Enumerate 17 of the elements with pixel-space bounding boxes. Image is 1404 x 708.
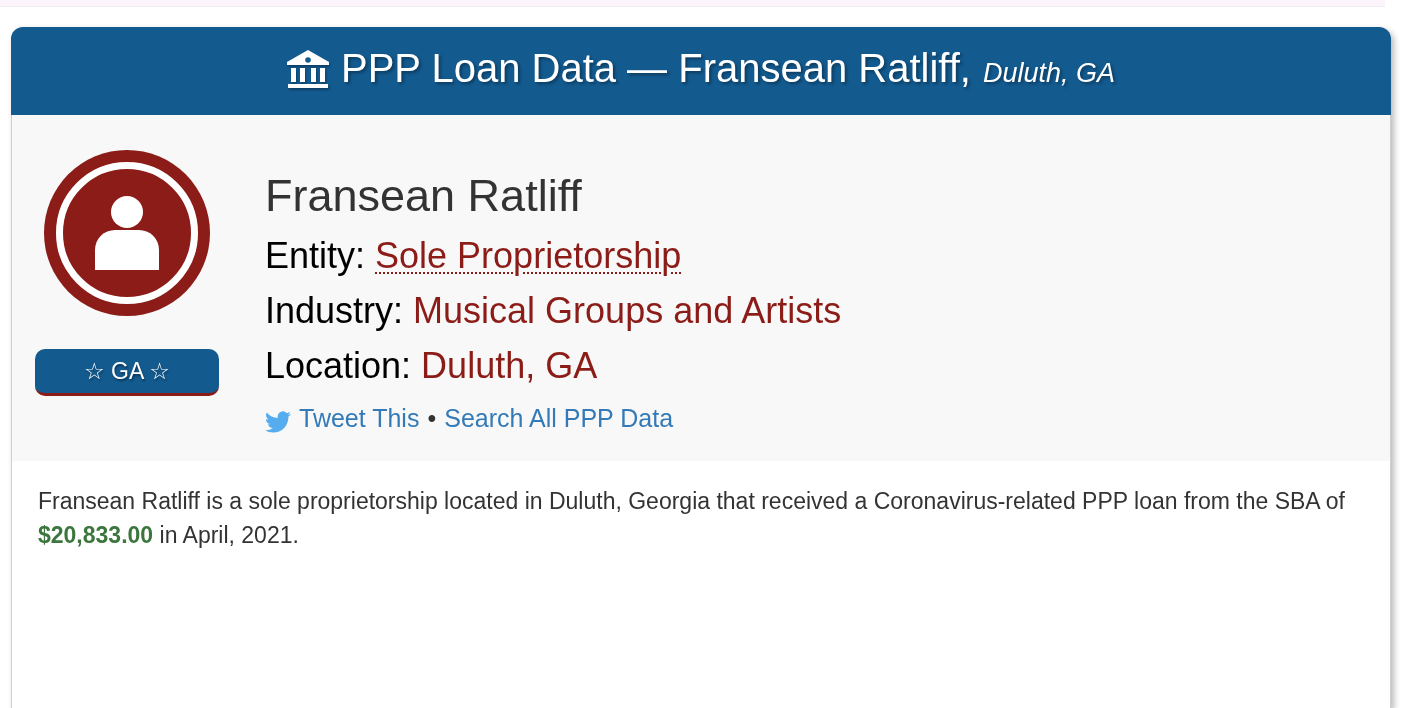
field-label: Location: [265,345,412,387]
state-button[interactable]: ☆ GA ☆ [35,349,219,396]
person-name: Fransean Ratliff [265,171,582,221]
field-label: Industry: [265,290,404,332]
field-link[interactable]: Duluth, GA [421,345,598,387]
user-avatar-icon [44,150,210,316]
field-value: Sole Proprietorship [375,235,682,277]
tweet-link[interactable]: Tweet This [265,404,420,433]
title-location: Duluth, GA [982,56,1115,90]
summary-text: Fransean Ratliff is a sole proprietorship located in Duluth, Georgia that received a Coronavirus-related PPP loan from the SBA of $20,833.00 in April, 2021. [37,487,1346,550]
field-link[interactable]: Musical Groups and Artists [413,290,842,332]
page-title: PPP Loan Data — Fransean Ratliff, [340,44,971,91]
bird-icon [265,411,291,433]
field-label: Entity: [265,235,366,277]
search-link[interactable]: Search All PPP Data [444,404,674,433]
bullet-separator: • [427,404,437,433]
bank-icon [286,50,329,90]
